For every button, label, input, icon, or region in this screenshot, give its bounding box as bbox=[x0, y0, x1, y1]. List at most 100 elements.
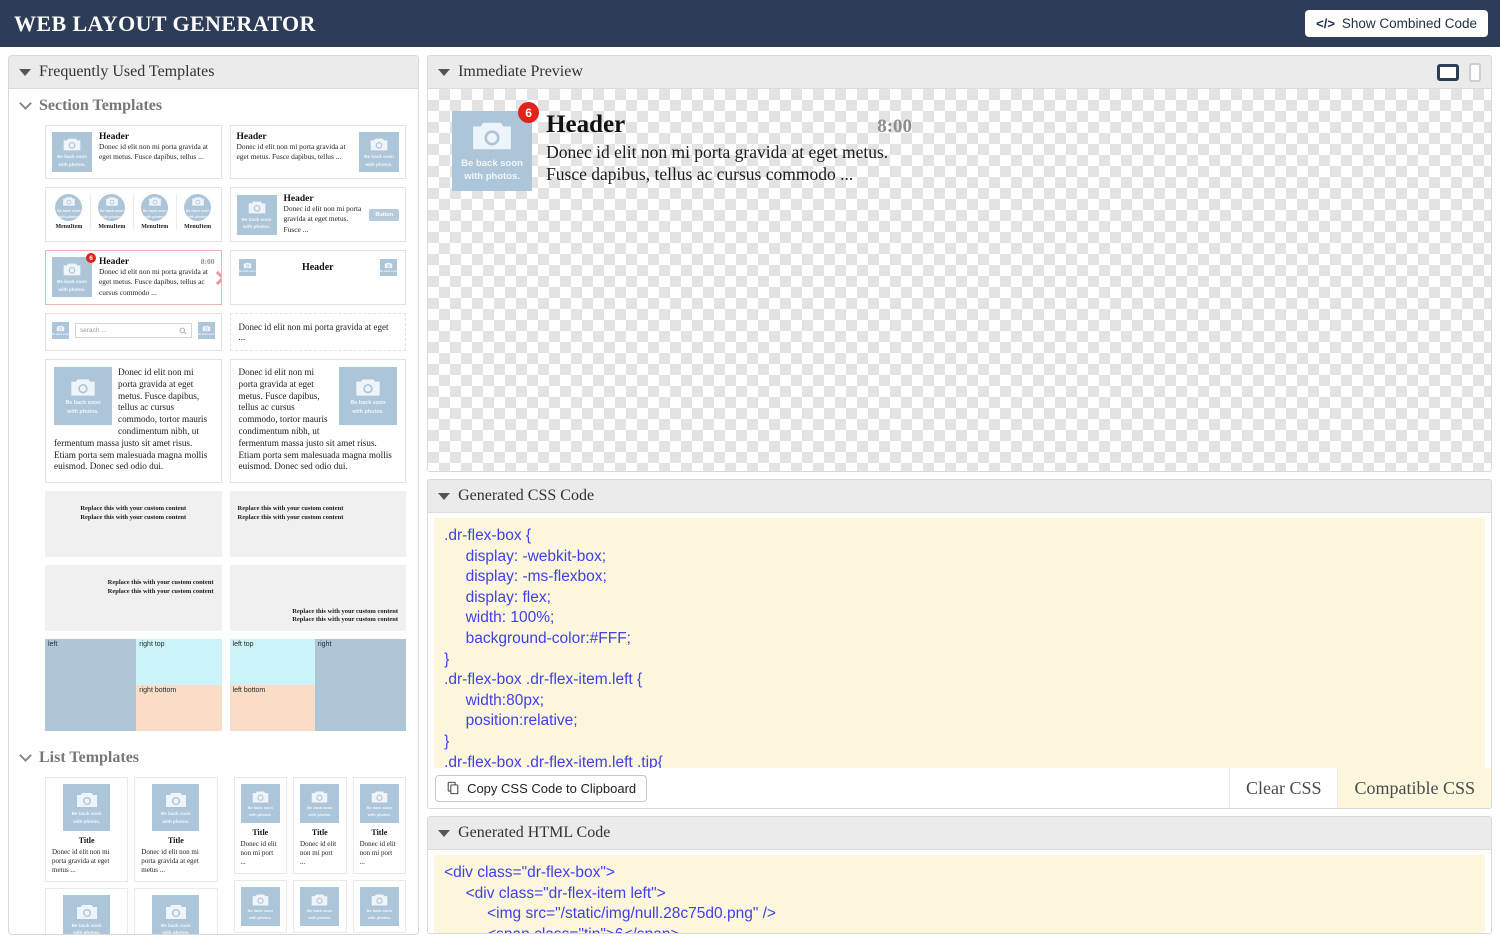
generated-css-code[interactable]: .dr-flex-box { display: -webkit-box; dis… bbox=[434, 518, 1485, 768]
search-input[interactable]: serach ... bbox=[75, 323, 192, 339]
template-header-text: Header bbox=[99, 257, 130, 268]
css-panel-header[interactable]: Generated CSS Code bbox=[428, 480, 1491, 513]
template-media-left[interactable]: Be back soon with photos. Header Donec i… bbox=[45, 125, 222, 179]
show-combined-code-label: Show Combined Code bbox=[1341, 16, 1477, 31]
camera-icon bbox=[312, 791, 328, 803]
list-item[interactable]: Be back soon with photos. Title Donec id… bbox=[293, 777, 347, 875]
desktop-icon[interactable] bbox=[1437, 63, 1459, 81]
preview-canvas[interactable]: Be back soon with photos. 6 Header 8:00 … bbox=[428, 89, 1491, 471]
template-single-line[interactable]: Donec id elit non mi porta gravida at eg… bbox=[229, 313, 407, 352]
custom-content-line: Replace this with your custom content bbox=[292, 607, 399, 615]
template-text-wrap-left[interactable]: Be back soon with photos. Donec id elit … bbox=[45, 359, 222, 484]
camera-icon bbox=[370, 138, 388, 151]
compatible-css-button[interactable]: Compatible CSS bbox=[1337, 768, 1491, 808]
list-template-two-col[interactable]: Be back soon with photos. Title Donec id… bbox=[45, 777, 226, 934]
placeholder-caption-1: Be back soon bbox=[197, 332, 215, 336]
template-header-text: Header bbox=[283, 194, 314, 204]
list-item-title: Title bbox=[371, 828, 388, 838]
template-media-button[interactable]: Be back soon with photos. Header Donec i… bbox=[229, 187, 407, 243]
placeholder-caption-2: with photos. bbox=[308, 811, 332, 817]
template-navbar[interactable]: Be back soon Header Be back soon bbox=[229, 250, 407, 306]
chevron-down-icon[interactable] bbox=[438, 829, 451, 837]
template-row: Be back soon with photos. Donec id elit … bbox=[9, 355, 418, 487]
camera-icon bbox=[76, 904, 97, 919]
chevron-down-icon[interactable] bbox=[19, 749, 32, 762]
placeholder-image: Be back soon with photos. bbox=[452, 111, 533, 191]
chevron-down-icon[interactable] bbox=[438, 492, 451, 500]
menu-item[interactable]: Be back soon with photos. MenuItem bbox=[134, 194, 177, 230]
placeholder-image: Be back soon bbox=[52, 322, 69, 340]
clear-css-button[interactable]: Clear CSS bbox=[1228, 768, 1338, 808]
template-media-right[interactable]: Header Donec id elit non mi porta gravid… bbox=[229, 125, 407, 179]
custom-content-line: Replace this with your custom content bbox=[292, 616, 399, 624]
preview-panel-header[interactable]: Immediate Preview bbox=[428, 56, 1491, 89]
placeholder-caption-2: with photos. bbox=[352, 408, 384, 415]
list-templates-heading[interactable]: List Templates bbox=[9, 735, 418, 773]
template-grid-right-main[interactable]: left top left bottom right bbox=[229, 639, 407, 732]
templates-panel-header[interactable]: Frequently Used Templates bbox=[9, 56, 419, 89]
placeholder-caption-1: Be back soon bbox=[247, 908, 273, 914]
template-custom-left[interactable]: Replace this with your custom content Re… bbox=[229, 491, 407, 558]
search-placeholder: serach ... bbox=[80, 327, 107, 335]
camera-icon bbox=[148, 197, 161, 206]
template-custom-right[interactable]: Replace this with your custom content Re… bbox=[45, 565, 222, 632]
camera-icon bbox=[105, 197, 118, 206]
camera-icon bbox=[356, 379, 380, 397]
camera-icon bbox=[384, 262, 393, 268]
custom-content-line: Replace this with your custom content bbox=[237, 505, 344, 513]
template-custom-bottom-right[interactable]: Replace this with your custom content Re… bbox=[229, 565, 407, 632]
template-menu-grid[interactable]: Be back soon with photos. MenuItem Be ba… bbox=[45, 187, 222, 243]
menu-item[interactable]: Be back soon with photos. MenuItem bbox=[177, 194, 219, 230]
copy-css-button[interactable]: Copy CSS Code to Clipboard bbox=[435, 774, 648, 802]
list-item[interactable]: Be back soon with photos. Title Donec id… bbox=[233, 777, 288, 875]
search-icon[interactable] bbox=[179, 327, 187, 335]
list-item[interactable]: Be back soon with photos. bbox=[293, 880, 347, 934]
list-item[interactable]: Be back soon with photos. Title Donec id… bbox=[352, 777, 407, 875]
placeholder-caption-1: Be back soon bbox=[160, 922, 191, 928]
right-column: Immediate Preview Be back soon with phot… bbox=[427, 55, 1492, 938]
template-grid-left-main[interactable]: left right top right bottom bbox=[45, 639, 222, 732]
placeholder-caption-2: with photos. bbox=[58, 161, 86, 167]
placeholder-image: Be back soon bbox=[380, 259, 398, 277]
placeholder-image: Be back soon with photos. bbox=[300, 784, 340, 824]
list-item-title: Title bbox=[311, 828, 328, 838]
menu-item[interactable]: Be back soon with photos. MenuItem bbox=[91, 194, 134, 230]
templates-panel-body[interactable]: Section Templates Be back soon with phot… bbox=[9, 89, 418, 934]
list-item[interactable]: Be back soon with photos. bbox=[134, 888, 218, 934]
placeholder-caption-1: Be back soon bbox=[57, 279, 87, 285]
template-custom-center[interactable]: Replace this with your custom content Re… bbox=[45, 491, 222, 558]
chevron-down-icon[interactable] bbox=[19, 97, 32, 110]
mobile-icon[interactable] bbox=[1469, 62, 1481, 82]
placeholder-caption-1: Be back soon bbox=[57, 208, 81, 213]
template-text-wrap-right[interactable]: Be back soon with photos. Donec id elit … bbox=[229, 359, 407, 484]
html-panel: Generated HTML Code <div class="dr-flex-… bbox=[427, 816, 1492, 934]
placeholder-caption-1: Be back soon bbox=[52, 332, 69, 336]
chevron-down-icon[interactable] bbox=[438, 68, 451, 76]
show-combined-code-button[interactable]: </> Show Combined Code bbox=[1305, 10, 1488, 37]
page-title: WEB LAYOUT GENERATOR bbox=[14, 10, 316, 36]
template-search-bar[interactable]: Be back soon serach ... Be back soon bbox=[45, 313, 222, 352]
list-item[interactable]: Be back soon with photos. bbox=[233, 880, 288, 934]
placeholder-caption-1: Be back soon bbox=[185, 208, 210, 213]
list-item-desc: Donec id elit non mi porta gravida at eg… bbox=[52, 848, 110, 875]
menu-item[interactable]: Be back soon with photos. MenuItem bbox=[48, 194, 91, 230]
list-item[interactable]: Be back soon with photos. Title Donec id… bbox=[134, 777, 218, 883]
preview-widget[interactable]: Be back soon with photos. 6 Header 8:00 … bbox=[452, 102, 912, 191]
placeholder-caption-1: Be back soon bbox=[71, 811, 102, 817]
placeholder-caption-1: Be back soon bbox=[366, 805, 392, 811]
placeholder-caption-1: Be back soon bbox=[57, 154, 87, 160]
placeholder-image: Be back soon with photos. bbox=[152, 895, 200, 934]
template-button[interactable]: Button bbox=[369, 208, 400, 221]
chevron-down-icon[interactable] bbox=[19, 68, 31, 76]
section-templates-heading[interactable]: Section Templates bbox=[9, 89, 418, 121]
list-item[interactable]: Be back soon with photos. Title Donec id… bbox=[45, 777, 129, 883]
menu-item-label: MenuItem bbox=[141, 224, 169, 230]
generated-html-code[interactable]: <div class="dr-flex-box"> <div class="dr… bbox=[434, 855, 1485, 933]
list-item[interactable]: Be back soon with photos. bbox=[45, 888, 129, 934]
placeholder-caption-2: with photos. bbox=[162, 929, 190, 934]
list-template-three-col[interactable]: Be back soon with photos. Title Donec id… bbox=[233, 777, 407, 934]
placeholder-image: Be back soon bbox=[197, 322, 215, 340]
template-notification-selected[interactable]: Be back soon with photos. 6 Header 8:00 bbox=[45, 250, 222, 306]
html-panel-header[interactable]: Generated HTML Code bbox=[428, 817, 1491, 850]
list-item[interactable]: Be back soon with photos. bbox=[352, 880, 407, 934]
